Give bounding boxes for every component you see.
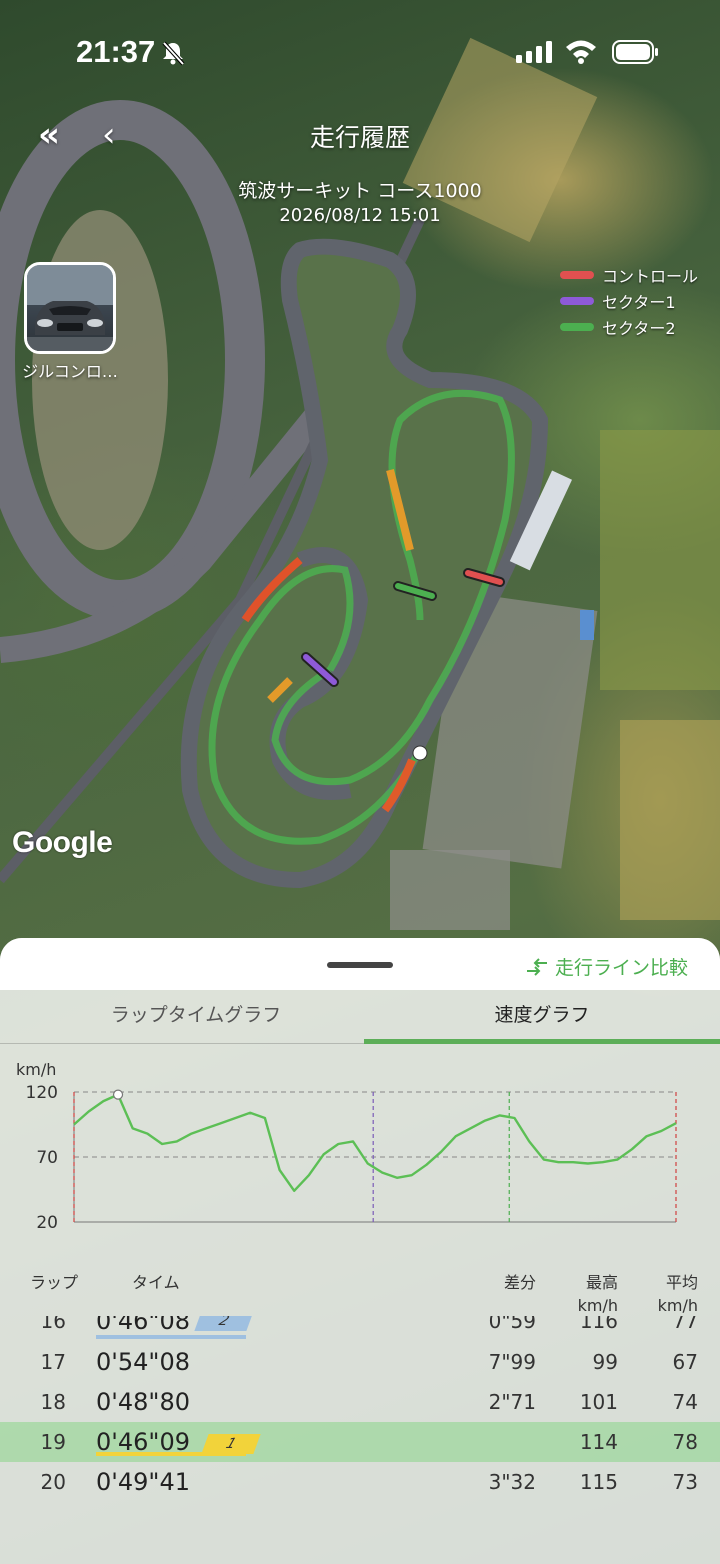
- car-photo-icon: [27, 265, 113, 351]
- legend-label: セクター2: [602, 319, 676, 338]
- lap-number: 16: [40, 1316, 66, 1333]
- col-head-diff: 差分: [503, 1273, 536, 1292]
- cellular-signal-icon: [516, 41, 552, 63]
- lap-diff: 7"99: [488, 1350, 536, 1374]
- wifi-icon: [566, 40, 596, 64]
- legend-swatch: [560, 271, 594, 279]
- lap-max-speed: 101: [579, 1390, 618, 1414]
- col-head-avg-unit: km/h: [657, 1296, 698, 1315]
- bell-slash-icon: [162, 41, 185, 66]
- speed-chart[interactable]: km/h 120 70 20: [0, 1050, 720, 1233]
- battery-icon: [612, 40, 658, 64]
- lap-max-speed: 99: [592, 1350, 618, 1374]
- lap-number: 19: [40, 1430, 66, 1454]
- lap-row[interactable]: 20 0'49"41 3"32 115 73: [0, 1462, 720, 1502]
- compare-arrows-icon: [526, 957, 547, 976]
- car-avatar[interactable]: [24, 262, 116, 354]
- active-tab-indicator: [364, 1039, 720, 1044]
- col-head-time: タイム: [132, 1273, 180, 1292]
- drag-handle[interactable]: [327, 962, 393, 968]
- lap-row-best[interactable]: 19 0'46"09 1 114 78: [0, 1422, 720, 1462]
- lap-row[interactable]: 17 0'54"08 7"99 99 67: [0, 1342, 720, 1382]
- lap-avg-speed: 73: [672, 1470, 698, 1494]
- rank-value: 1: [223, 1436, 239, 1452]
- sector-legend: コントロール セクター1 セクター2: [560, 262, 698, 340]
- lap-number: 18: [40, 1390, 66, 1414]
- lap-avg-speed: 74: [672, 1390, 698, 1414]
- speed-series-line: [73, 1093, 677, 1193]
- compare-racing-line-button[interactable]: 走行ライン比較: [525, 953, 688, 980]
- rank-badge: 2: [194, 1316, 254, 1331]
- status-bar: 21:37: [0, 0, 720, 100]
- lap-avg-speed: 67: [672, 1350, 698, 1374]
- session-datetime: 2026/08/12 15:01: [279, 205, 441, 226]
- tab-laptime-graph[interactable]: ラップタイムグラフ: [14, 990, 378, 1044]
- lap-time: 0'46"09: [96, 1428, 190, 1456]
- rank-badge: 1: [201, 1434, 261, 1454]
- lap-max-speed: 116: [579, 1316, 618, 1333]
- time-bar: [96, 1335, 246, 1339]
- y-tick-label: 70: [36, 1148, 58, 1168]
- tab-speed-graph[interactable]: 速度グラフ: [364, 990, 720, 1044]
- legend-item-control: コントロール: [560, 262, 698, 288]
- lap-diff: 0"59: [488, 1316, 536, 1333]
- col-head-lap: ラップ: [30, 1273, 79, 1292]
- bottom-sheet: 走行ライン比較 ラップタイムグラフ 速度グラフ km/h 120 70 20 ラップ…: [0, 938, 720, 1564]
- lap-time: 0'54"08: [96, 1348, 190, 1376]
- speed-chart-svg: 120 70 20: [26, 1083, 677, 1233]
- graph-tabs: ラップタイムグラフ 速度グラフ: [0, 990, 720, 1044]
- lap-diff: 3"32: [488, 1470, 536, 1494]
- course-name: 筑波サーキット コース1000: [238, 180, 482, 202]
- car-name: ジルコンロ…: [22, 362, 118, 381]
- col-head-avg: 平均: [665, 1273, 698, 1292]
- lap-number: 17: [40, 1350, 66, 1374]
- lap-avg-speed: 77: [672, 1316, 698, 1333]
- compare-label: 走行ライン比較: [554, 957, 688, 979]
- lap-max-speed: 114: [579, 1430, 618, 1454]
- lap-row[interactable]: 16 0'46"08 2 0"59 116 77: [0, 1316, 720, 1341]
- status-time: 21:37: [76, 34, 156, 69]
- lap-time: 0'48"80: [96, 1388, 190, 1416]
- max-speed-marker: [112, 1089, 124, 1100]
- legend-swatch: [560, 323, 594, 331]
- legend-label: コントロール: [602, 267, 699, 286]
- lap-avg-speed: 78: [672, 1430, 698, 1454]
- col-head-max-unit: km/h: [577, 1296, 618, 1315]
- legend-item-sector1: セクター1: [560, 288, 698, 314]
- chart-y-unit: km/h: [16, 1060, 57, 1079]
- y-tick-label: 120: [26, 1083, 58, 1103]
- y-tick-label: 20: [36, 1213, 58, 1230]
- lap-list[interactable]: 16 0'46"08 2 0"59 116 77 17 0'54"08 7"99…: [0, 1316, 720, 1516]
- lap-time: 0'49"41: [96, 1468, 190, 1496]
- google-attribution: Google: [12, 826, 113, 859]
- lap-number: 20: [40, 1470, 66, 1494]
- lap-max-speed: 115: [579, 1470, 618, 1494]
- sheet-header: 走行ライン比較: [0, 938, 720, 990]
- legend-label: セクター1: [602, 293, 676, 312]
- rank-value: 2: [216, 1316, 232, 1329]
- legend-item-sector2: セクター2: [560, 314, 698, 340]
- page-title: 走行履歴: [309, 123, 410, 152]
- lap-row[interactable]: 18 0'48"80 2"71 101 74: [0, 1382, 720, 1422]
- col-head-max: 最高: [585, 1273, 618, 1292]
- legend-swatch: [560, 297, 594, 305]
- lap-diff: 2"71: [488, 1390, 536, 1414]
